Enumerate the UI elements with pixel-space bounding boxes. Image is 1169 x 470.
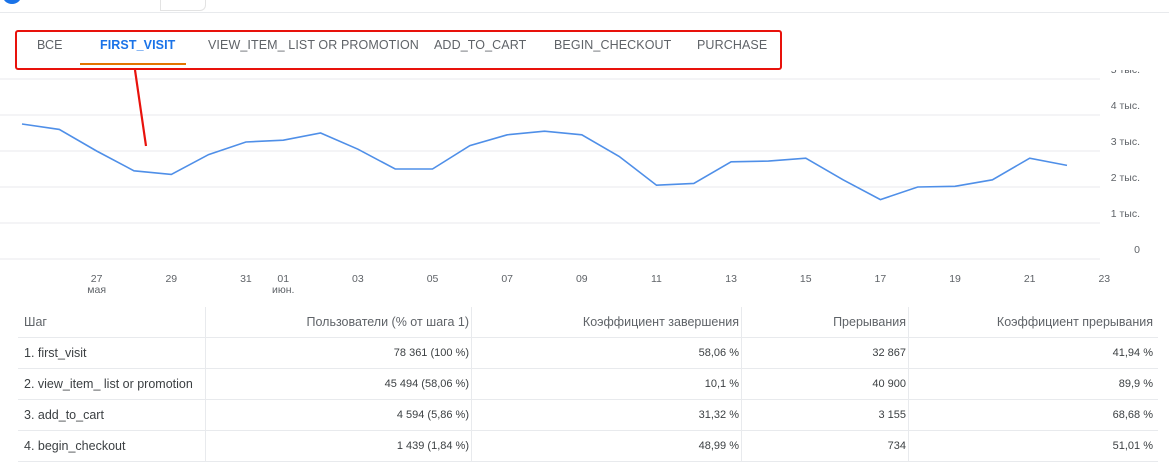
table-row: 3. add_to_cart 4 594 (5,86 %) 31,32 % 3 … [18, 400, 1158, 431]
table-header-row: Шаг Пользователи (% от шага 1) Коэффицие… [18, 307, 1158, 338]
annotation-highlight-box [15, 30, 782, 70]
x-tick-label: 13 [725, 273, 737, 285]
analytics-logo-icon [2, 0, 22, 4]
cell-step: 1. first_visit [24, 346, 87, 360]
y-tick-label: 0 [1134, 244, 1140, 256]
cell-completion-rate: 48,99 % [698, 440, 739, 452]
x-tick-label: 05 [427, 273, 439, 285]
cell-completion-rate: 31,32 % [698, 409, 739, 421]
x-tick-label: 31 [240, 273, 252, 285]
cell-abandonment-rate: 51,01 % [1112, 440, 1153, 452]
cell-users: 45 494 (58,06 %) [384, 378, 469, 390]
table-row: 4. begin_checkout 1 439 (1,84 %) 48,99 %… [18, 431, 1158, 462]
chart-grid [0, 78, 1100, 260]
table-row: 1. first_visit 78 361 (100 %) 58,06 % 32… [18, 338, 1158, 369]
x-tick-sublabel: июн. [272, 284, 294, 295]
y-tick-label: 1 тыс. [1111, 208, 1140, 220]
top-strip [0, 0, 1169, 13]
x-tick-label: 17 [875, 273, 887, 285]
cell-step: 2. view_item_ list or promotion [24, 377, 193, 391]
cell-abandonment-rate: 89,9 % [1118, 378, 1153, 390]
x-axis-labels: 27 29 31 01 03 05 07 09 11 13 15 17 19 21 23мая июн. [87, 273, 1110, 295]
header-users[interactable]: Пользователи (% от шага 1) [205, 307, 470, 337]
x-tick-label: 07 [501, 273, 513, 285]
cell-users: 4 594 (5,86 %) [396, 409, 469, 421]
cell-abandonments: 734 [887, 440, 906, 452]
table-row: 2. view_item_ list or promotion 45 494 (… [18, 369, 1158, 400]
x-tick-label: 15 [800, 273, 812, 285]
trend-chart: 5 тыс.4 тыс.3 тыс.2 тыс.1 тыс.0 27 29 31 01… [0, 70, 1140, 295]
cell-abandonment-rate: 41,94 % [1112, 347, 1153, 359]
cell-step: 3. add_to_cart [24, 408, 104, 422]
y-tick-label: 4 тыс. [1111, 100, 1140, 112]
x-tick-label: 29 [165, 273, 177, 285]
header-abandonments[interactable]: Прерывания [741, 307, 906, 337]
header-abandonment-rate[interactable]: Коэффициент прерывания [908, 307, 1153, 337]
y-tick-label: 5 тыс. [1111, 70, 1140, 76]
y-axis-labels: 5 тыс. 4 тыс. 3 тыс. 2 тыс. 1 тыс. 0 [1111, 70, 1140, 256]
tab-edge [160, 0, 206, 11]
cell-step: 4. begin_checkout [24, 439, 126, 453]
series-line-first-visit [21, 123, 1068, 201]
cell-abandonment-rate: 68,68 % [1112, 409, 1153, 421]
cell-completion-rate: 58,06 % [698, 347, 739, 359]
header-completion-rate[interactable]: Коэффициент завершения [471, 307, 739, 337]
x-tick-label: 21 [1024, 273, 1036, 285]
header-step[interactable]: Шаг [18, 307, 209, 337]
annotation-arrow [133, 70, 148, 147]
y-tick-label: 2 тыс. [1111, 172, 1140, 184]
x-tick-label: 03 [352, 273, 364, 285]
cell-completion-rate: 10,1 % [704, 378, 739, 390]
cell-users: 78 361 (100 %) [393, 347, 469, 359]
x-tick-label: 19 [949, 273, 961, 285]
cell-abandonments: 3 155 [878, 409, 906, 421]
x-tick-sublabel: мая [87, 284, 106, 295]
cell-abandonments: 32 867 [872, 347, 906, 359]
cell-users: 1 439 (1,84 %) [396, 440, 469, 452]
x-tick-label: 23 [1098, 273, 1110, 285]
x-tick-label: 09 [576, 273, 588, 285]
cell-abandonments: 40 900 [872, 378, 906, 390]
funnel-table: Шаг Пользователи (% от шага 1) Коэффицие… [18, 307, 1158, 462]
y-tick-label: 3 тыс. [1111, 136, 1140, 148]
x-tick-label: 11 [651, 273, 662, 285]
